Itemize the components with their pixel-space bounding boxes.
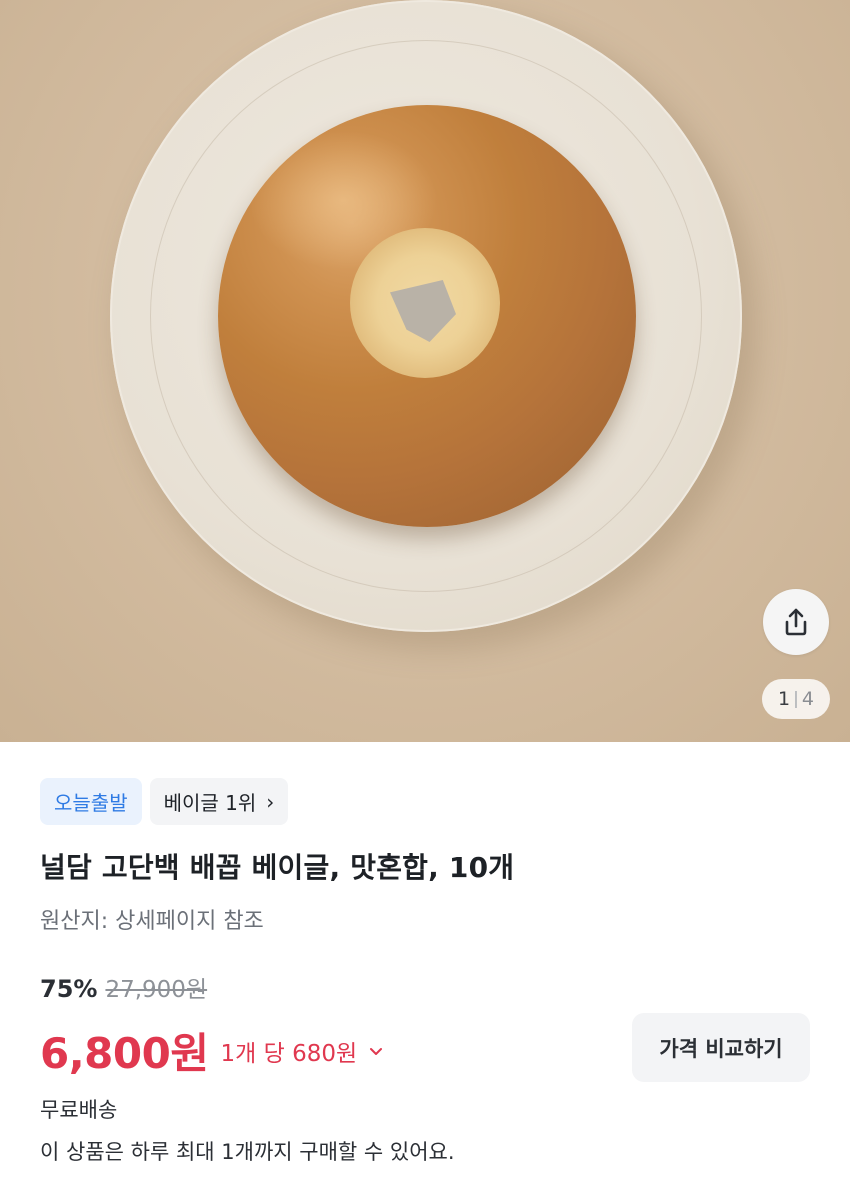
page-separator: | [793,689,799,709]
today-ship-badge: 오늘출발 [40,778,142,825]
chevron-right-icon: › [266,789,275,814]
ranking-badge[interactable]: 베이글 1위 › [149,778,289,825]
product-image-gallery[interactable]: 1 | 4 [0,0,850,742]
discount-row: 75% 27,900원 [40,970,207,1004]
share-button[interactable] [763,589,829,655]
price-compare-label: 가격 비교하기 [659,1036,783,1061]
product-title: 널담 고단백 배꼽 베이글, 맛혼합, 10개 [40,851,515,884]
shipping-info: 무료배송 [40,1098,118,1122]
share-icon [785,608,807,636]
current-page: 1 [778,688,791,710]
image-page-indicator: 1 | 4 [762,679,830,719]
price-row: 6,800원 1개 당 680원 [40,1020,385,1081]
product-tags: 오늘출발 베이글 1위 › [40,778,289,825]
original-price: 27,900원 [105,977,208,1003]
purchase-limit-notice: 이 상품은 하루 최대 1개까지 구매할 수 있어요. [40,1140,455,1164]
today-ship-label: 오늘출발 [54,791,128,815]
sale-price: 6,800원 [40,1029,209,1078]
ranking-label: 베이글 1위 [163,791,257,815]
chevron-down-icon[interactable] [367,1042,385,1060]
price-compare-button[interactable]: 가격 비교하기 [632,1013,810,1082]
unit-price[interactable]: 1개 당 680원 [221,1034,358,1068]
total-pages: 4 [801,688,814,710]
discount-rate: 75% [40,975,98,1003]
product-origin: 원산지: 상세페이지 참조 [40,909,264,934]
